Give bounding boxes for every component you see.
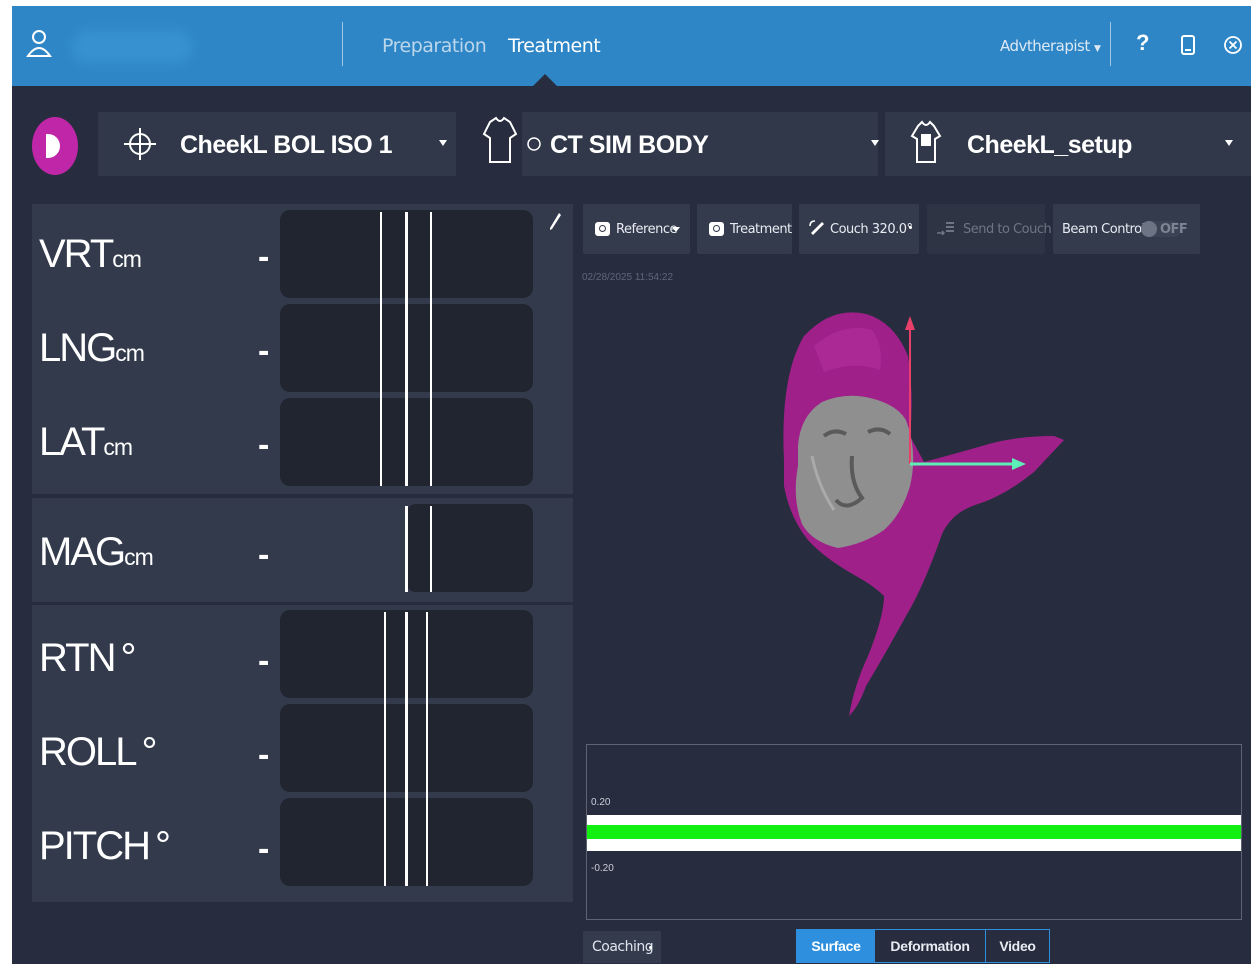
tab-deformation[interactable]: Deformation bbox=[875, 930, 985, 962]
row-value-pitch: - bbox=[258, 830, 270, 868]
reference-surface-select[interactable]: CT SIM BODY bbox=[522, 112, 879, 176]
tab-video[interactable]: Video bbox=[986, 930, 1049, 962]
deviation-chart: 0.20 -0.20 bbox=[586, 744, 1242, 920]
active-nav-indicator bbox=[533, 74, 557, 86]
beam-control-toggle[interactable]: Beam Control OFF bbox=[1053, 204, 1200, 254]
chart-upper-tick: 0.20 bbox=[591, 797, 611, 808]
capture-timestamp: 02/28/2025 11:54:22 bbox=[582, 272, 674, 283]
row-label-mag: MAGcm bbox=[39, 530, 154, 574]
help-button[interactable]: ? bbox=[1136, 30, 1149, 56]
crosshair-icon bbox=[124, 128, 156, 160]
setup-select-label: CheekL_setup bbox=[967, 131, 1132, 159]
chart-lower-tick: -0.20 bbox=[591, 863, 614, 874]
reference-surface-label: CT SIM BODY bbox=[550, 131, 709, 159]
row-label-lat: LATcm bbox=[39, 420, 133, 464]
user-menu-label: Advtherapist bbox=[1000, 37, 1090, 55]
row-value-lat: - bbox=[258, 426, 270, 464]
reference-button-label: Reference bbox=[616, 222, 677, 237]
close-icon[interactable] bbox=[1222, 34, 1244, 56]
chevron-down-icon bbox=[439, 140, 447, 146]
row-value-mag: - bbox=[258, 536, 270, 574]
deviation-bar-mag bbox=[406, 504, 533, 592]
row-value-vrt: - bbox=[258, 238, 270, 276]
center-line bbox=[405, 506, 408, 592]
camera-icon bbox=[709, 222, 724, 236]
send-to-couch-button[interactable]: Send to Couch bbox=[927, 204, 1052, 254]
treatment-capture-label: Treatment bbox=[730, 222, 792, 237]
center-line bbox=[405, 212, 408, 486]
tolerance-line bbox=[430, 212, 432, 486]
chevron-down-icon bbox=[1225, 140, 1233, 146]
radio-icon bbox=[527, 137, 541, 151]
nav-preparation[interactable]: Preparation bbox=[382, 35, 487, 57]
treatment-capture-button[interactable]: Treatment bbox=[697, 204, 792, 254]
row-value-roll: - bbox=[258, 736, 270, 774]
isocenter-select-label: CheekL BOL ISO 1 bbox=[180, 131, 392, 159]
row-label-lng: LNGcm bbox=[39, 326, 145, 370]
chevron-down-icon bbox=[649, 946, 652, 949]
divider bbox=[1110, 22, 1111, 66]
top-bar: Preparation Treatment Advtherapist ▼ ? bbox=[12, 6, 1251, 86]
couch-select-label: Couch 320.0° bbox=[830, 222, 913, 237]
app-window: Preparation Treatment Advtherapist ▼ ? C… bbox=[12, 6, 1251, 964]
row-label-pitch: PITCH ° bbox=[39, 824, 171, 868]
reference-button[interactable]: Reference bbox=[583, 204, 690, 254]
coaching-label: Coaching bbox=[592, 939, 654, 955]
tolerance-line bbox=[380, 212, 382, 486]
chevron-down-icon: ▼ bbox=[1094, 44, 1101, 54]
tolerance-line bbox=[426, 612, 428, 886]
surface-3d-view[interactable] bbox=[584, 286, 1251, 736]
signal-band bbox=[587, 825, 1241, 839]
pencil-icon[interactable] bbox=[548, 212, 562, 232]
nav-treatment[interactable]: Treatment bbox=[508, 35, 601, 57]
chevron-down-icon bbox=[909, 226, 912, 229]
chevron-down-icon bbox=[672, 227, 680, 232]
switch-knob bbox=[1141, 221, 1157, 237]
tolerance-line bbox=[384, 612, 386, 886]
send-to-couch-label: Send to Couch bbox=[963, 222, 1052, 237]
chevron-down-icon bbox=[871, 140, 879, 146]
user-menu[interactable]: Advtherapist ▼ bbox=[1000, 37, 1101, 55]
start-button[interactable] bbox=[32, 117, 78, 175]
tolerance-line bbox=[430, 506, 432, 592]
send-to-couch-icon bbox=[937, 222, 954, 235]
center-line bbox=[405, 612, 408, 886]
view-tabs: Surface Deformation Video bbox=[796, 929, 1050, 963]
body-region-icon bbox=[910, 120, 942, 163]
beam-control-label: Beam Control bbox=[1062, 222, 1145, 237]
user-avatar-icon[interactable] bbox=[24, 26, 54, 62]
coaching-select[interactable]: Coaching bbox=[583, 931, 661, 963]
tablet-icon[interactable] bbox=[1181, 35, 1195, 55]
row-value-rtn: - bbox=[258, 642, 270, 680]
row-label-vrt: VRTcm bbox=[39, 232, 142, 276]
body-outline-icon bbox=[482, 116, 518, 163]
camera-icon bbox=[595, 222, 610, 236]
patient-surface-model bbox=[783, 312, 1064, 716]
row-label-roll: ROLL ° bbox=[39, 730, 158, 774]
couch-rotation-icon bbox=[809, 220, 824, 235]
row-label-rtn: RTN ° bbox=[39, 636, 136, 680]
couch-select[interactable]: Couch 320.0° bbox=[799, 204, 919, 254]
row-value-lng: - bbox=[258, 332, 270, 370]
divider bbox=[342, 22, 343, 66]
user-name-obscured bbox=[72, 30, 192, 64]
tab-surface[interactable]: Surface bbox=[797, 930, 875, 962]
beam-control-state: OFF bbox=[1160, 222, 1188, 237]
